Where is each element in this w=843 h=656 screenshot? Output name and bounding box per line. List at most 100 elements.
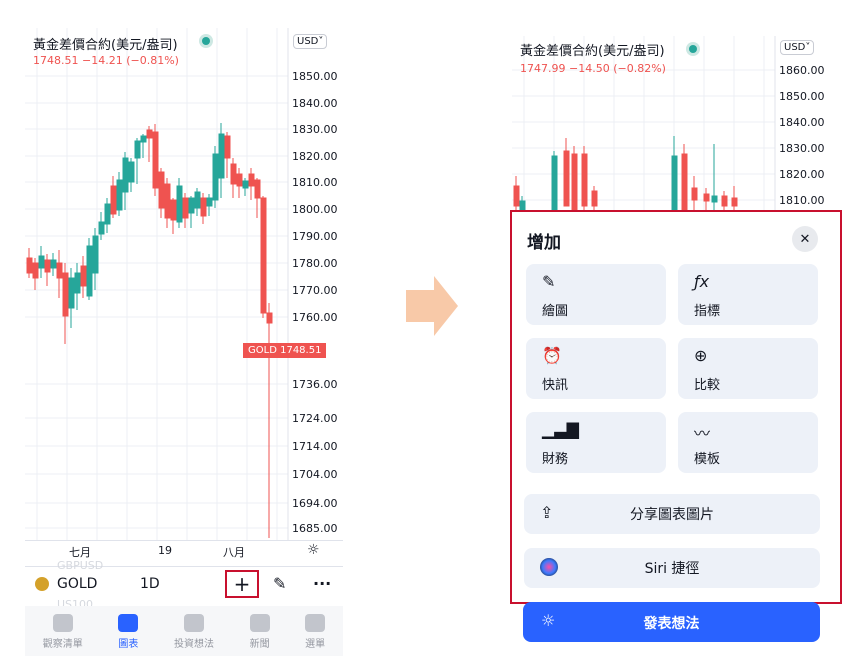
price-tick: 1704.00	[292, 468, 338, 481]
price-tick: 1860.00	[779, 64, 825, 77]
share-chart-image-button[interactable]: ⇪ 分享圖表圖片	[524, 494, 820, 534]
menu-item-compare[interactable]: ⊕ 比較	[678, 338, 818, 399]
ghost-symbol-1: GBPUSD	[57, 559, 104, 572]
star-icon	[52, 614, 73, 632]
candle-body	[254, 179, 261, 199]
current-price-tag: GOLD 1748.51	[243, 343, 327, 358]
toolbar-symbol[interactable]: GOLD	[57, 576, 97, 592]
left-chart[interactable]: 1850.00 1840.00 1830.00 1820.00 1810.00 1800.…	[25, 28, 343, 568]
tab-news[interactable]: 新聞	[249, 614, 270, 656]
x-label-jul: 七月	[69, 546, 91, 559]
candle-body	[711, 195, 718, 203]
candle-body	[98, 221, 105, 235]
menu-item-drawing[interactable]: ✎ 繪圖	[526, 264, 666, 325]
price-tick: 1820.00	[779, 168, 825, 181]
price-tick: 1714.00	[292, 440, 338, 453]
candle-body	[182, 197, 189, 219]
price-tick: 1694.00	[292, 497, 338, 510]
candle-body	[110, 185, 117, 215]
candle-body	[26, 257, 33, 274]
tab-menu[interactable]: 選單	[305, 614, 326, 656]
add-button[interactable]: +	[225, 570, 259, 598]
currency-selector[interactable]: USD˅	[293, 34, 328, 49]
currency-selector[interactable]: USD˅	[780, 40, 815, 55]
toolbar-interval[interactable]: 1D	[140, 576, 160, 592]
candle-body	[200, 197, 207, 217]
x-axis-divider	[25, 540, 343, 541]
candle-body	[92, 235, 99, 274]
price-tick: 1850.00	[779, 90, 825, 103]
menu-icon	[305, 614, 326, 632]
candle-body	[591, 190, 598, 207]
price-tick: 1770.00	[292, 284, 338, 297]
candle-body	[581, 153, 588, 207]
candle-body	[116, 179, 123, 211]
candle-body	[671, 155, 678, 212]
price-tick: 1780.00	[292, 257, 338, 270]
price-tick: 1800.00	[292, 203, 338, 216]
price-tick: 1820.00	[292, 150, 338, 163]
tab-ideas[interactable]: 投資想法	[174, 614, 214, 656]
candle-body	[62, 272, 69, 317]
candle-body	[50, 259, 57, 269]
price-tick: 1840.00	[292, 97, 338, 110]
chevron-down-icon: ˅	[805, 42, 811, 53]
candle-body	[56, 262, 63, 279]
menu-item-alerts[interactable]: ⏰ 快訊	[526, 338, 666, 399]
candle-body	[152, 131, 159, 189]
candle-body	[224, 135, 231, 159]
plus-icon: +	[233, 572, 251, 596]
template-chart-icon: 〰	[694, 424, 711, 443]
candle-body	[703, 193, 710, 202]
price-change: 1748.51 −14.21 (−0.81%)	[33, 54, 179, 67]
candle-body	[230, 163, 237, 185]
price-tick: 1840.00	[779, 116, 825, 129]
menu-item-templates[interactable]: 〰模板	[678, 412, 818, 473]
candle-body	[260, 197, 267, 314]
candle-body	[513, 185, 520, 207]
x-label-aug: 八月	[223, 546, 245, 559]
candle-body	[44, 259, 51, 273]
add-menu-sheet: 增加 ✕ ✎ 繪圖 ƒx 指標 ⏰ 快訊 ⊕ 比較 ▁▃▇ 財務 〰模板 ⇪ 分享圖表圖片 …	[510, 210, 842, 604]
price-tick: 1736.00	[292, 378, 338, 391]
menu-item-financials[interactable]: ▁▃▇ 財務	[526, 412, 666, 473]
candle-body	[236, 173, 243, 187]
alarm-clock-icon: ⏰	[542, 346, 562, 365]
tab-chart[interactable]: 圖表	[118, 614, 139, 656]
candle-body	[218, 133, 225, 179]
tab-bar: 觀察清單 圖表 投資想法 新聞 選單	[25, 606, 343, 656]
close-icon: ✕	[799, 231, 811, 247]
candle-body	[38, 255, 45, 269]
price-tick: 1724.00	[292, 412, 338, 425]
candle-body	[242, 180, 249, 189]
candle-body	[80, 265, 87, 287]
candle-body	[74, 272, 81, 294]
candle-body	[146, 129, 153, 139]
candle-body	[194, 191, 201, 209]
candle-body	[140, 135, 147, 143]
siri-shortcut-button[interactable]: Siri 捷徑	[524, 548, 820, 588]
candle-body	[128, 161, 135, 183]
publish-idea-button[interactable]: ☼ 發表想法	[523, 602, 820, 642]
price-tick: 1810.00	[292, 176, 338, 189]
price-tick: 1760.00	[292, 311, 338, 324]
left-phone-screen: 1850.00 1840.00 1830.00 1820.00 1810.00 1800.…	[25, 28, 343, 656]
menu-item-indicators[interactable]: ƒx 指標	[678, 264, 818, 325]
plus-circle-icon: ⊕	[694, 346, 708, 365]
price-tick: 1810.00	[779, 194, 825, 207]
price-tick: 1790.00	[292, 230, 338, 243]
chart-settings-icon[interactable]: ☼	[307, 542, 320, 558]
drawing-pen-icon[interactable]: ✎	[273, 574, 286, 593]
price-tick: 1850.00	[292, 70, 338, 83]
candle-body	[551, 155, 558, 212]
arrow-right-icon	[406, 276, 458, 336]
candle-body	[164, 183, 171, 219]
more-options-icon[interactable]: ···	[313, 574, 331, 593]
chevron-down-icon: ˅	[318, 36, 324, 47]
price-tick: 1685.00	[292, 522, 338, 535]
price-tick: 1830.00	[292, 123, 338, 136]
close-button[interactable]: ✕	[792, 226, 818, 252]
tab-watchlist[interactable]: 觀察清單	[43, 614, 83, 656]
candle-body	[176, 185, 183, 223]
candle-body	[571, 153, 578, 212]
